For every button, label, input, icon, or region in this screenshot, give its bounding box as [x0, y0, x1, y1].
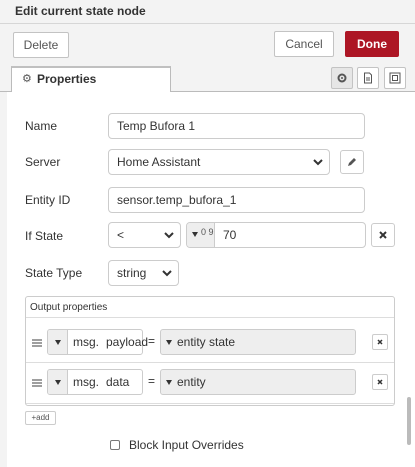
equals-sign: = [148, 334, 156, 348]
dialog-header: Edit current state node [0, 0, 415, 24]
equals-sign: = [148, 374, 156, 388]
caret-down-icon [55, 380, 61, 385]
caret-down-icon [166, 340, 172, 345]
dialog-title: Edit current state node [15, 4, 146, 18]
msg-prefix: msg. [73, 335, 100, 349]
if-state-value: 70 [223, 228, 237, 242]
clear-if-state-button[interactable] [371, 223, 395, 247]
remove-row-button[interactable] [372, 374, 388, 390]
if-state-operator-value: < [117, 228, 125, 242]
gear-icon [337, 73, 347, 83]
gear-icon: ⚙ [22, 73, 32, 85]
output-value-field[interactable]: entity state [160, 329, 356, 355]
drag-handle-icon[interactable] [32, 339, 42, 347]
tab-properties-label: Properties [37, 72, 97, 86]
server-select[interactable]: Home Assistant [108, 149, 330, 175]
cancel-button[interactable]: Cancel [274, 31, 334, 57]
property-key: data [106, 375, 130, 389]
output-value-field[interactable]: entity [160, 369, 356, 395]
output-property-field[interactable]: msg. payload [47, 329, 148, 355]
output-properties-box: Output properties msg. payload = entity … [25, 296, 395, 406]
server-select-value: Home Assistant [117, 155, 201, 169]
remove-row-button[interactable] [372, 334, 388, 350]
value-type-button[interactable]: 0 9 [187, 223, 215, 247]
caret-down-icon [166, 380, 172, 385]
output-property-field[interactable]: msg. data [47, 369, 143, 395]
caret-down-icon [192, 232, 198, 237]
state-type-select[interactable]: string [108, 260, 179, 286]
tab-bar: ⚙ Properties [0, 66, 415, 93]
property-key: payload [106, 335, 149, 349]
file-icon [364, 72, 372, 84]
chevron-down-icon [313, 159, 323, 166]
entity-id-input[interactable]: sensor.temp_bufora_1 [108, 187, 365, 213]
output-row: msg. data = entity [26, 363, 394, 403]
divider [26, 317, 394, 318]
done-button[interactable]: Done [345, 31, 399, 57]
chevron-down-icon [162, 270, 172, 277]
edit-server-button[interactable] [340, 150, 364, 174]
tab-appearance-button[interactable] [384, 67, 406, 89]
name-input[interactable]: Temp Bufora 1 [108, 113, 365, 139]
block-input-overrides-checkbox[interactable] [110, 440, 120, 450]
server-label: Server [25, 155, 61, 169]
if-state-label: If State [25, 229, 64, 243]
add-output-button[interactable]: +add [25, 411, 56, 425]
chevron-down-icon [164, 232, 174, 239]
if-state-operator-select[interactable]: < [108, 222, 181, 248]
tab-properties[interactable]: ⚙ Properties [11, 66, 171, 93]
tab-description-button[interactable] [357, 67, 379, 89]
delete-button[interactable]: Delete [13, 32, 69, 58]
dialog-toolbar: Delete Cancel Done [0, 24, 415, 66]
scroll-thumb[interactable] [407, 397, 411, 445]
output-properties-title: Output properties [30, 302, 108, 313]
caret-down-icon [55, 340, 61, 345]
close-icon [377, 339, 383, 345]
pencil-icon [348, 158, 356, 166]
name-label: Name [25, 119, 58, 133]
state-type-value: string [117, 266, 147, 280]
close-icon [379, 231, 387, 239]
left-scroll-track [0, 92, 7, 467]
property-type-button[interactable] [48, 370, 68, 394]
block-input-overrides-label: Block Input Overrides [129, 438, 244, 452]
property-type-button[interactable] [48, 330, 68, 354]
msg-prefix: msg. [73, 375, 100, 389]
if-state-value-field[interactable]: 0 9 70 [186, 222, 366, 248]
divider [26, 403, 394, 404]
close-icon [377, 379, 383, 385]
output-row: msg. payload = entity state [26, 322, 394, 362]
entity-id-label: Entity ID [25, 193, 71, 207]
state-type-label: State Type [25, 266, 83, 280]
output-value: entity state [177, 335, 236, 349]
tab-settings-button[interactable] [331, 67, 353, 89]
drag-handle-icon[interactable] [32, 379, 42, 387]
number-type-icon: 0 9 [201, 227, 214, 237]
output-value: entity [177, 375, 206, 389]
frame-icon [389, 72, 401, 84]
